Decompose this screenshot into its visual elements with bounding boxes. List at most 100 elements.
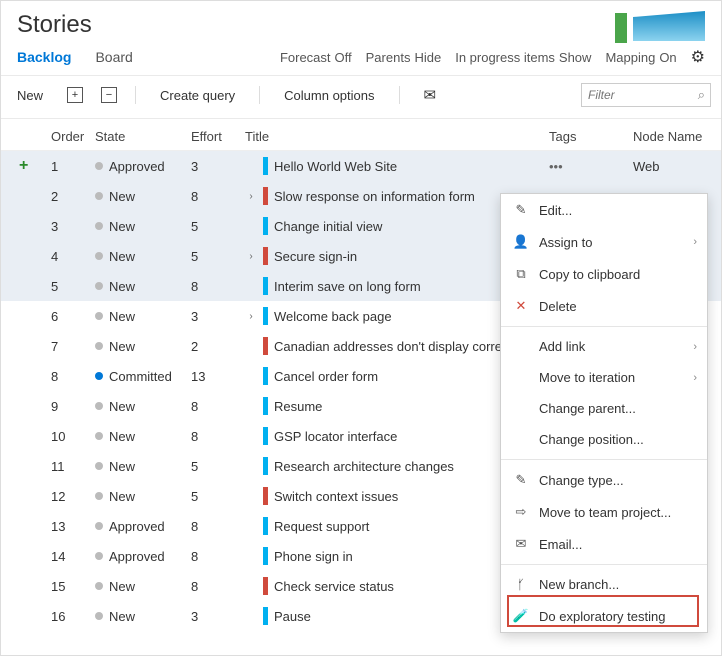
search-icon[interactable]: ⌕ <box>698 87 705 103</box>
tab-board[interactable]: Board <box>95 49 132 65</box>
menu-copy[interactable]: ⧉Copy to clipboard <box>501 258 707 290</box>
create-query-button[interactable]: Create query <box>154 84 241 107</box>
cell-state: New <box>95 249 191 264</box>
menu-item-icon: ✕ <box>513 298 529 314</box>
cell-order: 9 <box>51 399 95 414</box>
menu-move-iteration[interactable]: Move to iteration› <box>501 362 707 393</box>
cell-order: 10 <box>51 429 95 444</box>
type-bar-icon <box>263 487 268 505</box>
option-in-progress[interactable]: In progress itemsShow <box>455 50 591 65</box>
cell-effort: 5 <box>191 249 245 264</box>
chevron-icon[interactable]: › <box>245 191 257 202</box>
cell-tags: ••• <box>549 159 633 174</box>
expand-icon[interactable]: + <box>67 87 83 103</box>
cell-order: 3 <box>51 219 95 234</box>
menu-item-label: Do exploratory testing <box>539 609 665 624</box>
cell-state: Approved <box>95 519 191 534</box>
col-title[interactable]: Title <box>245 129 549 144</box>
type-bar-icon <box>263 457 268 475</box>
cell-state: New <box>95 609 191 624</box>
state-dot-icon <box>95 552 103 560</box>
menu-item-icon: ✎ <box>513 202 529 218</box>
col-node[interactable]: Node Name <box>633 129 721 144</box>
submenu-arrow-icon: › <box>693 236 697 248</box>
menu-add-link[interactable]: Add link› <box>501 331 707 362</box>
collapse-icon[interactable]: − <box>101 87 117 103</box>
type-bar-icon <box>263 547 268 565</box>
cell-node: Web <box>633 159 721 174</box>
chevron-icon[interactable]: › <box>245 311 257 322</box>
cell-effort: 3 <box>191 309 245 324</box>
chevron-icon[interactable]: › <box>245 251 257 262</box>
type-bar-icon <box>263 427 268 445</box>
cell-order: 7 <box>51 339 95 354</box>
menu-item-label: Edit... <box>539 203 572 218</box>
state-dot-icon <box>95 372 103 380</box>
menu-email[interactable]: ✉Email... <box>501 528 707 560</box>
menu-delete[interactable]: ✕Delete <box>501 290 707 322</box>
menu-assign-to[interactable]: 👤Assign to› <box>501 226 707 258</box>
state-dot-icon <box>95 282 103 290</box>
context-menu[interactable]: ✎ Edit... 👤Assign to›⧉Copy to clipboard✕De… <box>500 193 708 633</box>
option-forecast[interactable]: ForecastOff <box>280 50 352 65</box>
col-tags[interactable]: Tags <box>549 129 633 144</box>
email-icon[interactable] <box>418 82 443 108</box>
menu-new-branch[interactable]: ᚶNew branch... <box>501 569 707 600</box>
state-dot-icon <box>95 402 103 410</box>
cell-order: 16 <box>51 609 95 624</box>
menu-divider <box>501 459 707 460</box>
menu-item-icon: ⇨ <box>513 504 529 520</box>
type-bar-icon <box>263 577 268 595</box>
cell-state: New <box>95 339 191 354</box>
cell-effort: 3 <box>191 609 245 624</box>
cell-state: Approved <box>95 549 191 564</box>
option-mapping[interactable]: MappingOn <box>605 50 676 65</box>
menu-divider <box>501 326 707 327</box>
menu-item-icon: ✉ <box>513 536 529 552</box>
filter-input[interactable] <box>581 83 711 107</box>
cell-order: 15 <box>51 579 95 594</box>
state-dot-icon <box>95 162 103 170</box>
col-effort[interactable]: Effort <box>191 129 245 144</box>
cell-effort: 5 <box>191 459 245 474</box>
cell-state: Approved <box>95 159 191 174</box>
col-state[interactable]: State <box>95 129 191 144</box>
menu-item-icon: 🧪 <box>513 608 529 624</box>
option-parents[interactable]: ParentsHide <box>366 50 442 65</box>
cell-order: 4 <box>51 249 95 264</box>
add-row-icon[interactable]: + <box>19 157 28 175</box>
type-bar-icon <box>263 397 268 415</box>
state-dot-icon <box>95 432 103 440</box>
menu-exploratory-testing[interactable]: 🧪 Do exploratory testing <box>501 600 707 632</box>
type-bar-icon <box>263 187 268 205</box>
cell-effort: 8 <box>191 429 245 444</box>
menu-change-type[interactable]: ✎Change type... <box>501 464 707 496</box>
state-dot-icon <box>95 462 103 470</box>
state-dot-icon <box>95 252 103 260</box>
state-dot-icon <box>95 492 103 500</box>
table-row[interactable]: +1Approved3Hello World Web Site•••Web <box>1 151 721 181</box>
cell-effort: 2 <box>191 339 245 354</box>
menu-change-position[interactable]: Change position... <box>501 424 707 455</box>
tab-backlog[interactable]: Backlog <box>17 49 71 65</box>
gear-icon[interactable]: ⚙ <box>691 47 705 67</box>
column-options-button[interactable]: Column options <box>278 84 380 107</box>
cell-effort: 8 <box>191 519 245 534</box>
col-order[interactable]: Order <box>51 129 95 144</box>
menu-edit[interactable]: ✎ Edit... <box>501 194 707 226</box>
menu-change-parent[interactable]: Change parent... <box>501 393 707 424</box>
menu-item-icon: ⧉ <box>513 266 529 282</box>
cell-effort: 8 <box>191 549 245 564</box>
banner-chart <box>615 11 705 41</box>
cell-state: New <box>95 459 191 474</box>
row-actions-icon[interactable]: ••• <box>549 159 563 174</box>
cell-state: New <box>95 219 191 234</box>
type-bar-icon <box>263 307 268 325</box>
cell-effort: 5 <box>191 489 245 504</box>
new-button[interactable]: New <box>11 84 49 107</box>
cell-order: 5 <box>51 279 95 294</box>
menu-move-team-project[interactable]: ⇨Move to team project... <box>501 496 707 528</box>
cell-order: 6 <box>51 309 95 324</box>
cell-effort: 13 <box>191 369 245 384</box>
menu-item-label: New branch... <box>539 577 619 592</box>
